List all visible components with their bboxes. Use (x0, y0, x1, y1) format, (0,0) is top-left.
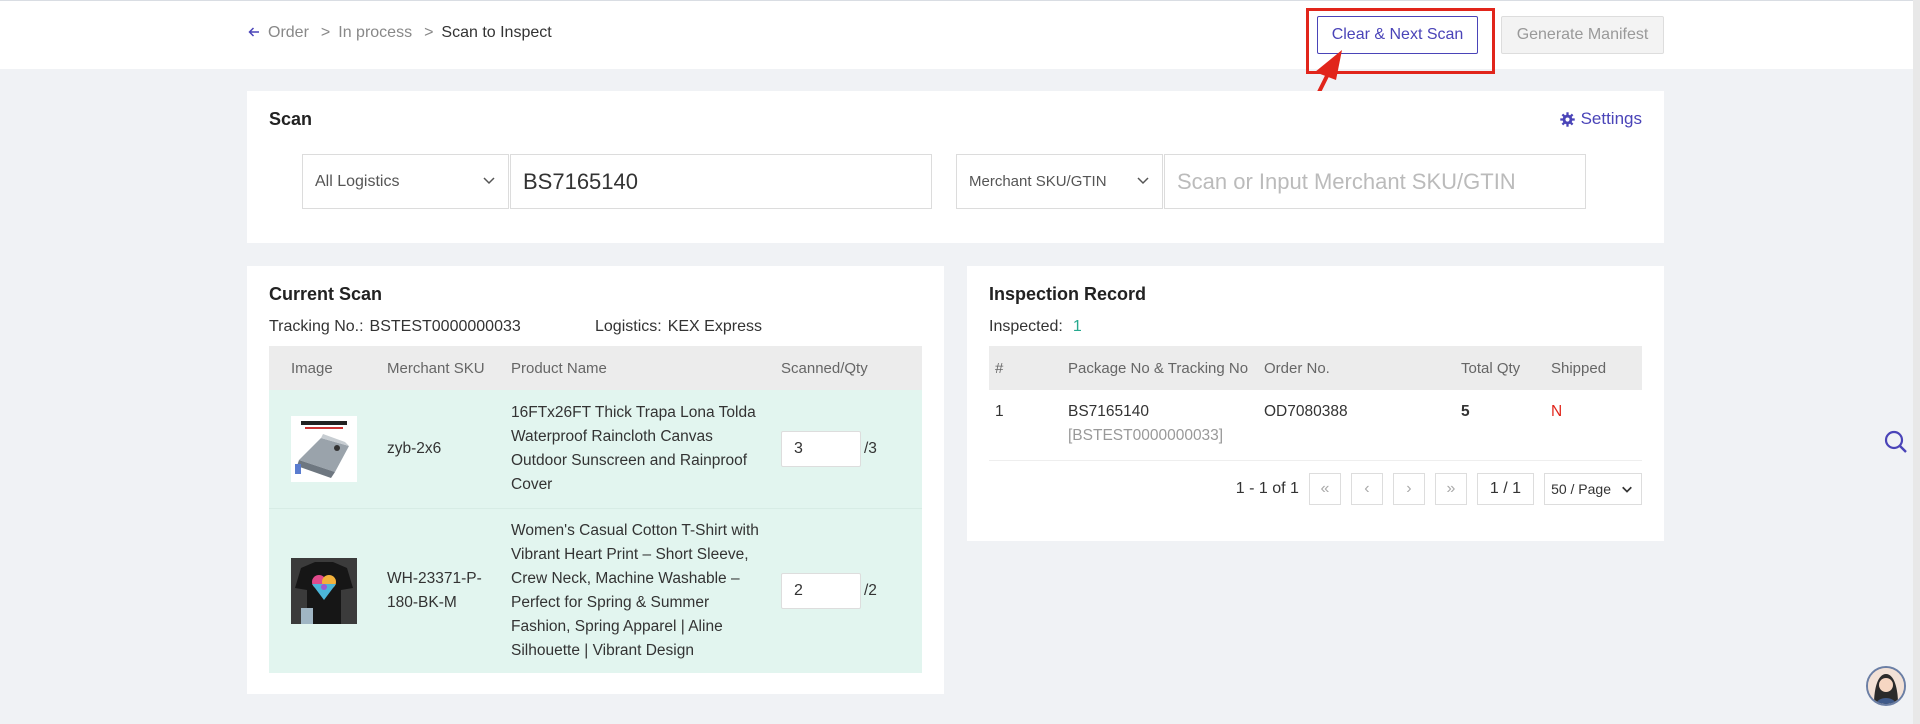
sku-type-select-value: Merchant SKU/GTIN (969, 173, 1107, 190)
qty-total: /2 (864, 581, 877, 599)
logistics-select-value: All Logistics (315, 172, 400, 190)
sku-input[interactable]: Scan or Input Merchant SKU/GTIN (1164, 154, 1586, 209)
table-row: zyb-2x6 16FTx26FT Thick Trapa Lona Tolda… (269, 390, 922, 509)
vertical-scrollbar[interactable] (1913, 0, 1920, 724)
next-page-icon[interactable]: › (1392, 473, 1425, 505)
logistics-select[interactable]: All Logistics (302, 154, 509, 209)
settings-label: Settings (1580, 109, 1642, 128)
column-header: Image (269, 346, 365, 390)
inspected-info: Inspected: 1 (989, 318, 1082, 336)
package-no: BS7165140 (1068, 403, 1150, 420)
current-scan-table: Image Merchant SKU Product Name Scanned/… (269, 346, 922, 673)
scan-card: Scan Settings All Logistics BS7165140 Me… (247, 91, 1664, 243)
scanned-qty-cell: 3 /3 (759, 390, 922, 509)
pagination: 1 - 1 of 1 « ‹ › » 1 / 1 50 / Page (1236, 473, 1642, 505)
prev-page-icon[interactable]: ‹ (1350, 473, 1383, 505)
inspection-table: # Package No & Tracking No Order No. Tot… (989, 346, 1642, 461)
pagination-range: 1 - 1 of 1 (1235, 480, 1299, 497)
breadcrumb-order[interactable]: Order (268, 24, 309, 42)
breadcrumb: Order > In process > Scan to Inspect (248, 24, 552, 42)
column-header: Total Qty (1455, 346, 1545, 390)
column-header: Order No. (1258, 346, 1455, 390)
table-header-row: Image Merchant SKU Product Name Scanned/… (269, 346, 922, 390)
package-cell: BS7165140 [BSTEST0000000033] (1062, 390, 1258, 461)
table-header-row: # Package No & Tracking No Order No. Tot… (989, 346, 1642, 390)
tracking-info: Tracking No.: BSTEST0000000033 (269, 318, 521, 336)
tracking-no: [BSTEST0000000033] (1068, 427, 1224, 444)
breadcrumb-separator: > (320, 24, 331, 41)
first-page-icon[interactable]: « (1308, 473, 1341, 505)
column-header: Merchant SKU (365, 346, 489, 390)
product-name-cell: 16FTx26FT Thick Trapa Lona Tolda Waterpr… (489, 390, 759, 509)
tracking-input[interactable]: BS7165140 (510, 154, 932, 209)
scan-title: Scan (269, 109, 313, 129)
arrow-left-icon[interactable] (248, 25, 260, 42)
tracking-label: Tracking No.: (269, 318, 364, 335)
shipped-cell: N (1545, 390, 1642, 461)
last-page-icon[interactable]: » (1434, 473, 1467, 505)
scanned-qty-input[interactable]: 3 (781, 430, 861, 467)
page-size-select[interactable]: 50 / Page (1544, 473, 1642, 505)
total-qty-cell: 5 (1455, 390, 1545, 461)
chevron-down-icon (483, 177, 495, 185)
table-row: 1 BS7165140 [BSTEST0000000033] OD7080388… (989, 390, 1642, 461)
chevron-down-icon (1622, 486, 1632, 493)
scanned-qty-cell: 2 /2 (759, 508, 922, 673)
search-icon[interactable] (1883, 429, 1909, 455)
page-indicator[interactable]: 1 / 1 (1476, 473, 1535, 505)
column-header: Scanned/Qty (759, 346, 922, 390)
support-avatar-icon[interactable] (1866, 666, 1906, 706)
table-row: WH-23371-P-180-BK-M Women's Casual Cotto… (269, 508, 922, 673)
column-header: Product Name (489, 346, 759, 390)
logistics-value: KEX Express (667, 318, 762, 335)
image-cell (269, 508, 365, 673)
sku-cell: WH-23371-P-180-BK-M (365, 508, 489, 673)
qty-total: /3 (864, 439, 877, 457)
scanned-qty-input[interactable]: 2 (781, 572, 861, 609)
settings-link[interactable]: Settings (1559, 109, 1642, 129)
breadcrumb-separator: > (424, 24, 434, 41)
sku-type-select[interactable]: Merchant SKU/GTIN (956, 154, 1163, 209)
logistics-info: Logistics: KEX Express (595, 318, 762, 336)
product-name-cell: Women's Casual Cotton T-Shirt with Vibra… (489, 508, 759, 673)
gear-icon (1559, 111, 1575, 127)
tarp-product-image[interactable] (291, 415, 357, 482)
page-size-value: 50 / Page (1551, 481, 1611, 497)
inspection-record-title: Inspection Record (989, 284, 1147, 304)
top-bar: Order > In process > Scan to Inspect Cle… (0, 0, 1913, 74)
breadcrumb-in-process[interactable]: In process (338, 24, 412, 42)
image-cell (269, 390, 365, 509)
generate-manifest-button[interactable]: Generate Manifest (1501, 16, 1664, 54)
tshirt-product-image[interactable] (291, 557, 357, 624)
chevron-down-icon (1137, 177, 1149, 185)
column-header: Shipped (1545, 346, 1642, 390)
column-header: # (989, 346, 1062, 390)
sku-cell: zyb-2x6 (365, 390, 489, 509)
inspected-count: 1 (1072, 318, 1082, 335)
tracking-value: BSTEST0000000033 (369, 318, 521, 335)
order-no-cell: OD7080388 (1258, 390, 1455, 461)
column-header: Package No & Tracking No (1062, 346, 1258, 390)
index-cell: 1 (989, 390, 1062, 461)
inspected-label: Inspected: (989, 318, 1063, 335)
logistics-label: Logistics: (595, 318, 662, 335)
inspection-record-card: Inspection Record Inspected: 1 # Package … (967, 266, 1664, 541)
current-scan-title: Current Scan (269, 284, 383, 304)
breadcrumb-current: Scan to Inspect (441, 24, 552, 41)
current-scan-card: Current Scan Tracking No.: BSTEST00000000… (247, 266, 944, 694)
